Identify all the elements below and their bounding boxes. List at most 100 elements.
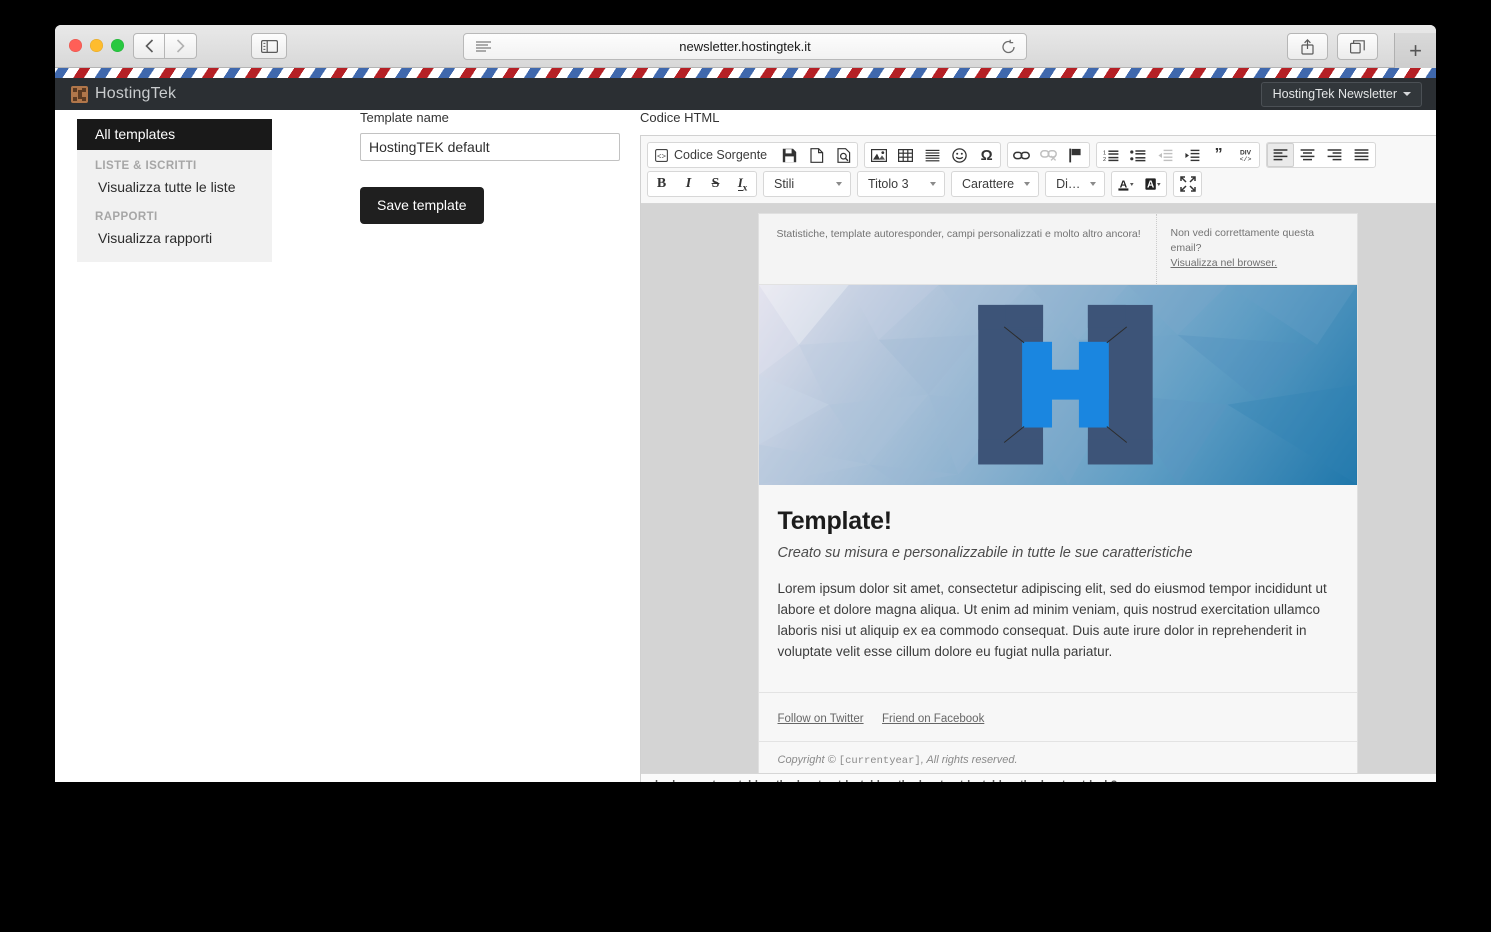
email-template: Statistiche, template autoresponder, cam… bbox=[757, 213, 1358, 773]
editor-column: Codice HTML <> Codice Sorgente Ω 1 2 ” D… bbox=[640, 110, 1436, 852]
new-page-button[interactable] bbox=[803, 143, 830, 167]
back-button[interactable] bbox=[133, 33, 165, 59]
preview-button[interactable] bbox=[830, 143, 857, 167]
font-select[interactable]: Carattere bbox=[951, 171, 1040, 197]
image-icon bbox=[870, 148, 887, 162]
source-code-label: Codice Sorgente bbox=[674, 148, 768, 162]
sidebar-group-rapporti: RAPPORTI bbox=[95, 211, 158, 223]
editor-toolbar: <> Codice Sorgente Ω 1 2 ” DIV </> B I S… bbox=[641, 136, 1436, 204]
reload-icon[interactable] bbox=[1001, 39, 1016, 55]
account-menu-label: HostingTek Newsletter bbox=[1272, 87, 1397, 101]
align-center-icon bbox=[1300, 149, 1315, 161]
strikethrough-button[interactable]: S bbox=[702, 172, 729, 196]
link-icon bbox=[1013, 151, 1031, 159]
new-tab-button[interactable]: + bbox=[1394, 33, 1436, 68]
bold-button[interactable]: B bbox=[648, 172, 675, 196]
sidebar-item-visualizza-tutte-le-liste[interactable]: Visualizza tutte le liste bbox=[77, 175, 272, 201]
chevron-down-icon bbox=[1090, 182, 1097, 186]
source-code-button[interactable]: <> Codice Sorgente bbox=[648, 148, 776, 162]
svg-text:1: 1 bbox=[1103, 150, 1106, 156]
svg-text:A: A bbox=[1147, 179, 1154, 190]
blockquote-icon: ” bbox=[1214, 146, 1223, 164]
browser-right-buttons bbox=[1287, 33, 1378, 60]
editor-canvas[interactable]: Statistiche, template autoresponder, cam… bbox=[641, 204, 1436, 773]
link-button[interactable] bbox=[1008, 143, 1035, 167]
special-character-icon: Ω bbox=[980, 146, 993, 164]
unlink-icon bbox=[1040, 150, 1058, 161]
text-color-button[interactable]: A bbox=[1112, 172, 1139, 196]
anchor-button[interactable] bbox=[1062, 143, 1089, 167]
toolbar-group-paragraph: 1 2 ” DIV </> bbox=[1096, 142, 1261, 168]
format-select[interactable]: Titolo 3 bbox=[857, 171, 945, 197]
template-name-input[interactable] bbox=[360, 133, 620, 161]
toolbar-group-alignment bbox=[1266, 142, 1377, 168]
numbered-list-button[interactable]: 1 2 bbox=[1097, 143, 1124, 167]
sidebar: All templates LISTE & ISCRITTI Visualizz… bbox=[77, 119, 272, 262]
navigation-buttons bbox=[133, 33, 197, 59]
background-color-button[interactable]: A bbox=[1139, 172, 1166, 196]
decrease-indent-button[interactable] bbox=[1151, 143, 1178, 167]
email-hero-image bbox=[758, 284, 1357, 485]
url-text: newsletter.hostingtek.it bbox=[679, 39, 811, 54]
email-body: Template! Creato su misura e personalizz… bbox=[758, 484, 1357, 692]
align-left-button[interactable] bbox=[1267, 143, 1295, 167]
bulleted-list-icon bbox=[1129, 149, 1146, 161]
close-window-button[interactable] bbox=[69, 39, 82, 52]
toolbar-row-2: B I S Ix Stili Titolo 3 Carattere Di… A … bbox=[647, 171, 1436, 197]
align-justify-button[interactable] bbox=[1348, 143, 1375, 167]
image-button[interactable] bbox=[865, 143, 892, 167]
reader-view-icon[interactable] bbox=[476, 41, 491, 52]
align-right-button[interactable] bbox=[1321, 143, 1348, 167]
horizontal-rule-icon bbox=[925, 149, 940, 161]
div-container-button[interactable]: DIV </> bbox=[1232, 143, 1259, 167]
unlink-button[interactable] bbox=[1035, 143, 1062, 167]
view-in-browser-link[interactable]: Visualizza nel browser. bbox=[1171, 257, 1278, 269]
smiley-button[interactable] bbox=[946, 143, 973, 167]
friend-on-facebook-link[interactable]: Friend on Facebook bbox=[882, 713, 984, 725]
toolbar-group-maximize bbox=[1173, 171, 1203, 197]
styles-select[interactable]: Stili bbox=[763, 171, 851, 197]
tab-overview-button[interactable] bbox=[1337, 33, 1378, 60]
account-menu-button[interactable]: HostingTek Newsletter bbox=[1260, 82, 1422, 107]
styles-select-value: Stili bbox=[774, 177, 795, 191]
save-button[interactable] bbox=[776, 143, 803, 167]
preview-icon bbox=[837, 147, 850, 163]
chevron-down-icon bbox=[930, 182, 936, 186]
template-form: Template name Save template bbox=[360, 110, 622, 224]
save-template-button[interactable]: Save template bbox=[360, 187, 484, 224]
email-copyright: Copyright © [currentyear], All rights re… bbox=[758, 740, 1357, 773]
email-title: Template! bbox=[777, 506, 893, 535]
sidebar-item-visualizza-rapporti[interactable]: Visualizza rapporti bbox=[77, 226, 272, 252]
source-code-icon: <> bbox=[655, 148, 668, 162]
sidebar-toggle-button[interactable] bbox=[251, 33, 287, 59]
remove-format-button[interactable]: Ix bbox=[729, 172, 756, 196]
format-select-value: Titolo 3 bbox=[868, 177, 909, 191]
minimize-window-button[interactable] bbox=[90, 39, 103, 52]
bulleted-list-button[interactable] bbox=[1124, 143, 1151, 167]
maximize-window-button[interactable] bbox=[111, 39, 124, 52]
maximize-button[interactable] bbox=[1174, 172, 1201, 196]
copyright-suffix: , All rights reserved. bbox=[920, 753, 1018, 766]
toolbar-group-basic-styles: B I S Ix bbox=[647, 171, 757, 197]
editor-label: Codice HTML bbox=[640, 110, 720, 125]
horizontal-rule-button[interactable] bbox=[919, 143, 946, 167]
special-character-button[interactable]: Ω bbox=[973, 143, 1000, 167]
text-color-icon: A bbox=[1118, 178, 1134, 191]
share-button[interactable] bbox=[1287, 33, 1328, 60]
size-select[interactable]: Di… bbox=[1045, 171, 1106, 197]
align-center-button[interactable] bbox=[1294, 143, 1321, 167]
table-button[interactable] bbox=[892, 143, 919, 167]
follow-on-twitter-link[interactable]: Follow on Twitter bbox=[778, 713, 864, 725]
sidebar-item-all-templates[interactable]: All templates bbox=[77, 119, 272, 150]
address-bar[interactable]: newsletter.hostingtek.it bbox=[463, 33, 1027, 60]
smiley-icon bbox=[952, 147, 967, 163]
forward-chevron-icon bbox=[176, 39, 185, 53]
italic-button[interactable]: I bbox=[675, 172, 702, 196]
forward-button[interactable] bbox=[165, 33, 197, 59]
view-in-browser-text: Non vedi correttamente questa email? bbox=[1170, 227, 1315, 255]
blockquote-button[interactable]: ” bbox=[1205, 143, 1232, 167]
brand[interactable]: HostingTek bbox=[71, 85, 176, 103]
increase-indent-button[interactable] bbox=[1178, 143, 1205, 167]
tab-overview-icon bbox=[1350, 39, 1365, 54]
share-icon bbox=[1301, 38, 1314, 55]
